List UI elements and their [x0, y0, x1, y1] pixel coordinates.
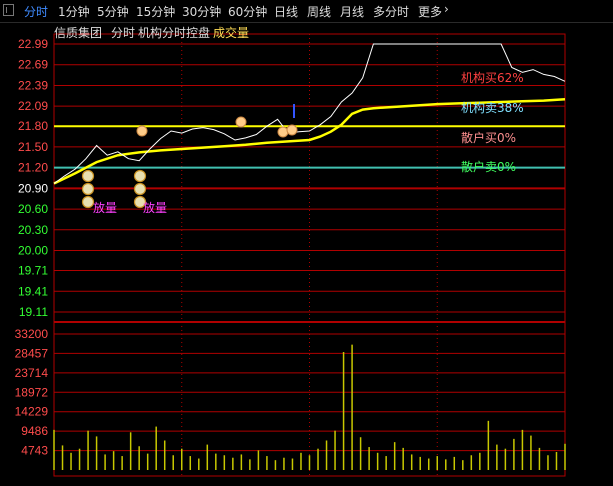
- tab-monthly[interactable]: 月线: [340, 3, 364, 20]
- period-tab-bar: 分时 1分钟 5分钟 15分钟 30分钟 60分钟 日线 周线 月线 多分时 更…: [0, 0, 613, 23]
- volume-tick-label: 23714: [15, 366, 49, 380]
- tab-daily[interactable]: 日线: [274, 3, 298, 20]
- coin-icon: [81, 195, 95, 209]
- volume-tick-label: 14229: [15, 405, 49, 419]
- volume-label: 成交量: [213, 25, 249, 40]
- price-tick-label: 22.69: [18, 58, 48, 72]
- stock-name: 信质集团: [54, 25, 102, 40]
- hand-pointer-icon: [235, 116, 247, 128]
- tab-weekly[interactable]: 周线: [307, 3, 331, 20]
- price-tick-label: 20.60: [18, 202, 48, 216]
- price-tick-label: 20.00: [18, 244, 48, 258]
- volume-tick-label: 33200: [15, 327, 49, 341]
- timeshare-chart[interactable]: 22.99 22.69 22.39 22.09 21.80 21.50 21.20 20.90…: [0, 22, 613, 486]
- inst-buy-label: 机构买62%: [461, 70, 524, 85]
- price-tick-label: 22.99: [18, 37, 48, 51]
- price-tick-label: 19.11: [19, 305, 48, 319]
- retail-sell-label: 散户卖0%: [461, 159, 516, 174]
- price-tick-label: 20.30: [18, 223, 48, 237]
- volume-tick-label: 18972: [15, 385, 49, 399]
- release-marker-label-1: 放量: [93, 200, 117, 215]
- tab-more[interactable]: 更多: [418, 3, 442, 20]
- tab-15min[interactable]: 15分钟: [136, 3, 175, 20]
- menu-icon[interactable]: [3, 4, 14, 16]
- indicator-name[interactable]: 机构分时控盘: [138, 25, 210, 40]
- tab-timeshare[interactable]: 分时: [24, 3, 48, 20]
- price-tick-label: 19.71: [18, 264, 48, 278]
- chart-mode: 分时: [111, 26, 135, 40]
- coin-icon: [81, 169, 95, 183]
- volume-tick-label: 28457: [15, 346, 49, 360]
- price-tick-label: 21.80: [18, 119, 48, 133]
- volume-tick-label: 9486: [21, 424, 48, 438]
- tab-multi-timeshare[interactable]: 多分时: [373, 3, 409, 20]
- price-tick-label: 19.41: [18, 284, 48, 298]
- volume-tick-label: 4743: [21, 444, 48, 458]
- tab-1min[interactable]: 1分钟: [58, 3, 90, 20]
- price-tick-label: 22.39: [18, 78, 48, 92]
- tab-60min[interactable]: 60分钟: [228, 3, 267, 20]
- coin-icon: [133, 169, 147, 183]
- release-marker-label-2: 放量: [143, 200, 167, 215]
- chevron-right-icon[interactable]: ›: [444, 2, 449, 16]
- coin-icon: [133, 182, 147, 196]
- hand-pointer-icon: [286, 124, 298, 136]
- price-tick-label: 22.09: [18, 99, 48, 113]
- price-tick-label: 20.90: [18, 181, 48, 195]
- price-tick-label: 21.20: [18, 161, 48, 175]
- price-axis: 22.99 22.69 22.39 22.09 21.80 21.50 21.20 20.90…: [18, 37, 48, 319]
- volume-bars: [53, 344, 566, 470]
- volume-axis: 33200 28457 23714 18972 14229 9486 4743: [15, 327, 49, 458]
- hand-pointer-icon: [136, 125, 148, 137]
- tab-30min[interactable]: 30分钟: [182, 3, 221, 20]
- inst-sell-label: 机构卖38%: [461, 100, 524, 115]
- tab-5min[interactable]: 5分钟: [97, 3, 129, 20]
- coin-icon: [81, 182, 95, 196]
- hand-pointer-icon: [277, 126, 289, 138]
- retail-buy-label: 散户买0%: [461, 130, 516, 145]
- price-tick-label: 21.50: [18, 140, 48, 154]
